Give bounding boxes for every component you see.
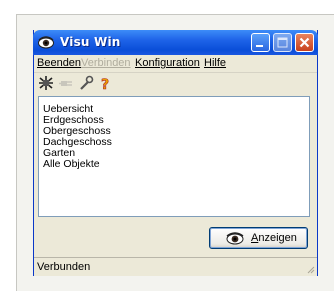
list-item[interactable]: Alle Objekte: [43, 159, 100, 170]
show-button-label: Anzeigen: [251, 232, 297, 244]
window-title: Visu Win: [60, 35, 121, 49]
title-bar[interactable]: Visu Win: [33, 30, 318, 55]
svg-text:?: ?: [101, 77, 109, 91]
location-listbox[interactable]: Uebersicht Erdgeschoss Obergeschoss Dach…: [38, 96, 310, 217]
maximize-button[interactable]: [273, 33, 292, 52]
network-icon[interactable]: [38, 75, 54, 91]
maximize-icon: [277, 37, 288, 48]
status-text: Verbunden: [37, 261, 91, 273]
menu-konfiguration[interactable]: Konfiguration: [135, 57, 200, 69]
close-button[interactable]: [295, 33, 314, 52]
menu-hilfe-label: Hilfe: [204, 57, 227, 69]
resize-grip-icon[interactable]: [305, 264, 315, 274]
wrench-icon[interactable]: [78, 75, 94, 91]
menu-verbinden-label: Verbinden: [81, 57, 131, 69]
menu-beenden-label: Beenden: [37, 57, 82, 69]
menu-hilfe[interactable]: Hilfe: [204, 57, 226, 69]
status-bar: Verbunden: [34, 257, 317, 276]
toolbar: ?: [34, 73, 317, 93]
menu-verbinden[interactable]: Verbinden: [81, 57, 131, 69]
menu-konfiguration-label: Konfiguration: [135, 57, 200, 69]
close-icon: [299, 37, 310, 48]
menu-bar: Beenden Verbinden Konfiguration Hilfe: [34, 55, 317, 73]
menu-beenden[interactable]: Beenden: [37, 57, 81, 69]
minimize-button[interactable]: [251, 33, 270, 52]
eye-icon: [38, 36, 54, 49]
minimize-icon: [256, 45, 263, 47]
show-button[interactable]: Anzeigen: [209, 227, 308, 249]
help-icon[interactable]: ?: [97, 75, 113, 91]
plug-icon[interactable]: [58, 75, 74, 91]
eye-icon: [226, 232, 244, 245]
